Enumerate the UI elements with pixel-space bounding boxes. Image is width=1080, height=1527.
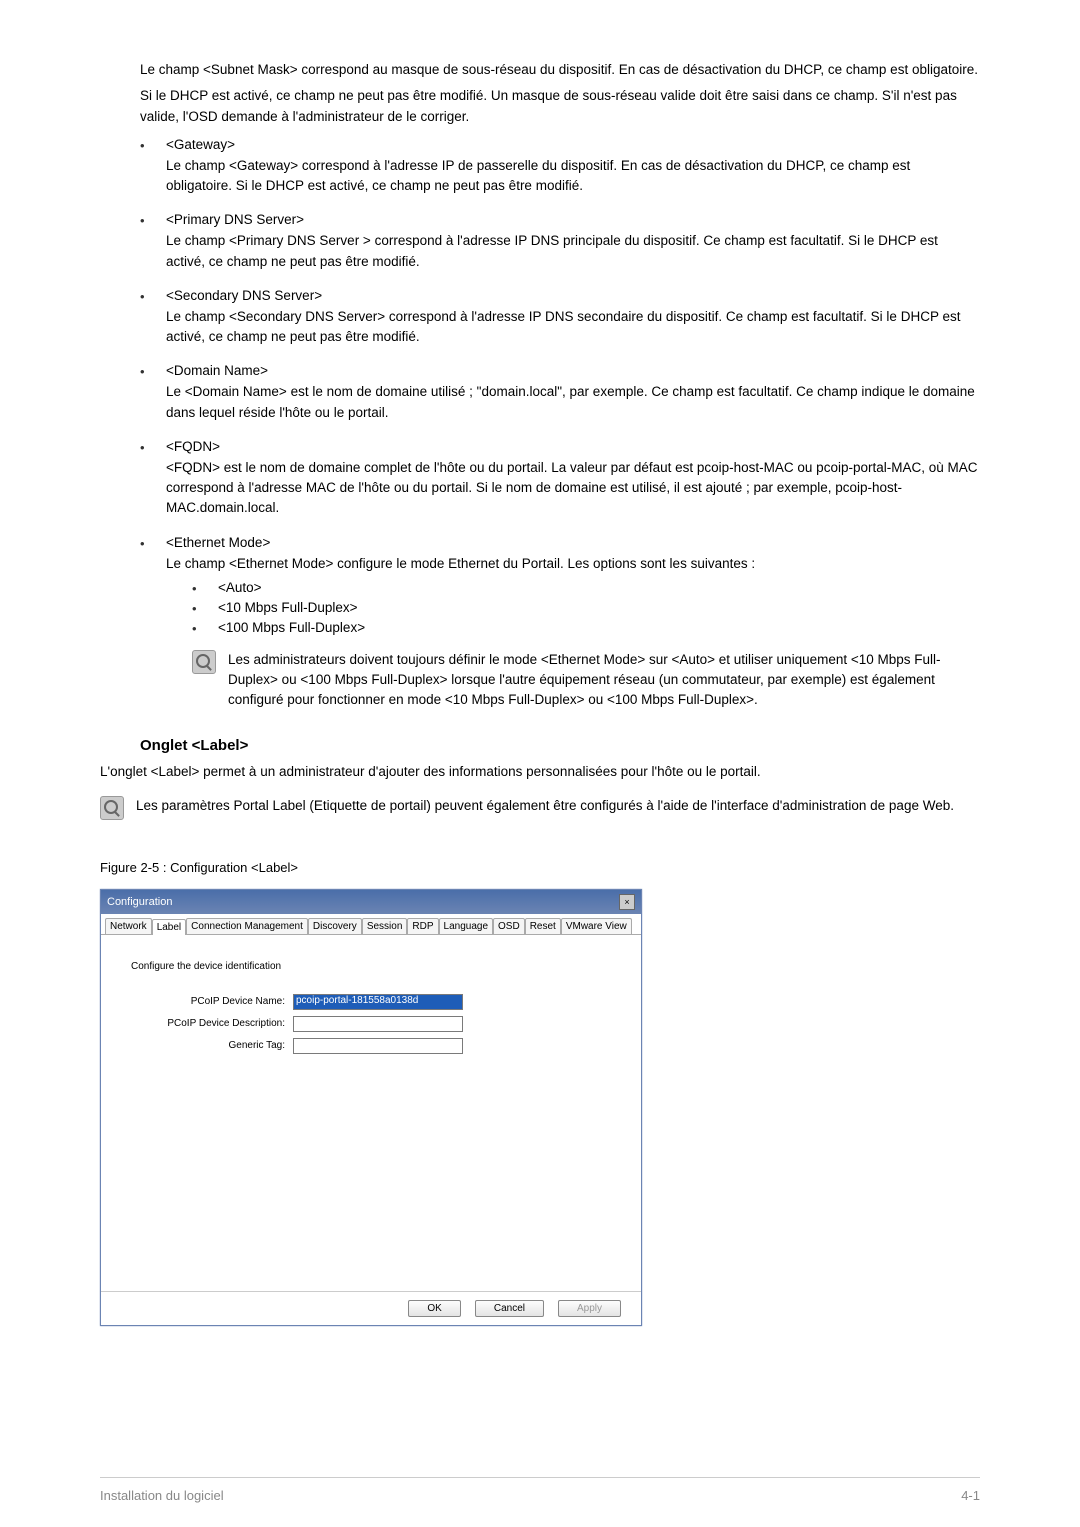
row-device-description: PCoIP Device Description: bbox=[125, 1016, 617, 1032]
tab-discovery[interactable]: Discovery bbox=[308, 918, 362, 934]
dialog-body: Configure the device identification PCoI… bbox=[101, 935, 641, 1291]
generic-tag-label: Generic Tag: bbox=[125, 1040, 293, 1051]
tab-language[interactable]: Language bbox=[439, 918, 494, 934]
label-note-text: Les paramètres Portal Label (Etiquette d… bbox=[136, 796, 980, 820]
bullet-fqdn: • <FQDN> <FQDN> est le nom de domaine co… bbox=[140, 439, 980, 525]
bullet-title-domain-name: <Domain Name> bbox=[166, 363, 980, 378]
note-icon bbox=[100, 796, 124, 820]
note-icon bbox=[192, 650, 216, 674]
sub-bullet-text: <10 Mbps Full-Duplex> bbox=[218, 600, 980, 616]
dialog-tabs: Network Label Connection Management Disc… bbox=[101, 914, 641, 935]
bullet-title-secondary-dns: <Secondary DNS Server> bbox=[166, 288, 980, 303]
bullet-marker: • bbox=[140, 288, 166, 354]
figure-caption: Figure 2-5 : Configuration <Label> bbox=[100, 860, 980, 875]
bullet-marker: • bbox=[140, 212, 166, 278]
row-generic-tag: Generic Tag: bbox=[125, 1038, 617, 1054]
bullet-body-secondary-dns: Le champ <Secondary DNS Server> correspo… bbox=[166, 307, 980, 348]
device-description-input[interactable] bbox=[293, 1016, 463, 1032]
device-name-label: PCoIP Device Name: bbox=[125, 996, 293, 1007]
tab-connection-management[interactable]: Connection Management bbox=[186, 918, 308, 934]
footer-right: 4-1 bbox=[961, 1488, 980, 1503]
page-footer: Installation du logiciel 4-1 bbox=[100, 1477, 980, 1503]
sub-bullet-text: <Auto> bbox=[218, 580, 980, 596]
bullet-body-primary-dns: Le champ <Primary DNS Server > correspon… bbox=[166, 231, 980, 272]
bullet-title-ethernet: <Ethernet Mode> bbox=[166, 535, 980, 550]
device-description-label: PCoIP Device Description: bbox=[125, 1018, 293, 1029]
bullet-body-ethernet: Le champ <Ethernet Mode> configure le mo… bbox=[166, 554, 980, 574]
bullet-marker: • bbox=[192, 600, 218, 616]
tab-reset[interactable]: Reset bbox=[525, 918, 561, 934]
bullet-marker: • bbox=[140, 439, 166, 525]
sub-bullet-text: <100 Mbps Full-Duplex> bbox=[218, 620, 980, 636]
tab-network[interactable]: Network bbox=[105, 918, 152, 934]
bullet-marker: • bbox=[192, 620, 218, 636]
apply-button[interactable]: Apply bbox=[558, 1300, 621, 1317]
tab-session[interactable]: Session bbox=[362, 918, 408, 934]
tab-osd[interactable]: OSD bbox=[493, 918, 525, 934]
bullet-marker: • bbox=[140, 363, 166, 429]
device-name-input[interactable]: pcoip-portal-181558a0138d bbox=[293, 994, 463, 1010]
bullet-marker: • bbox=[192, 580, 218, 596]
label-note: Les paramètres Portal Label (Etiquette d… bbox=[100, 796, 980, 820]
bullet-body-gateway: Le champ <Gateway> correspond à l'adress… bbox=[166, 156, 980, 197]
row-device-name: PCoIP Device Name: pcoip-portal-181558a0… bbox=[125, 994, 617, 1010]
bullet-secondary-dns: • <Secondary DNS Server> Le champ <Secon… bbox=[140, 288, 980, 354]
tab-rdp[interactable]: RDP bbox=[407, 918, 438, 934]
ethernet-note-text: Les administrateurs doivent toujours déf… bbox=[228, 650, 980, 711]
bullet-body-fqdn: <FQDN> est le nom de domaine complet de … bbox=[166, 458, 980, 519]
bullet-marker: • bbox=[140, 137, 166, 203]
section-heading-label: Onglet <Label> bbox=[140, 737, 980, 754]
generic-tag-input[interactable] bbox=[293, 1038, 463, 1054]
bullet-ethernet: • <Ethernet Mode> Le champ <Ethernet Mod… bbox=[140, 535, 980, 711]
dialog-title: Configuration bbox=[107, 896, 172, 908]
dialog-button-bar: OK Cancel Apply bbox=[101, 1291, 641, 1325]
bullet-marker: • bbox=[140, 535, 166, 711]
cancel-button[interactable]: Cancel bbox=[475, 1300, 544, 1317]
label-intro: L'onglet <Label> permet à un administrat… bbox=[100, 762, 980, 782]
bullet-gateway: • <Gateway> Le champ <Gateway> correspon… bbox=[140, 137, 980, 203]
sub-bullet-100mbps: • <100 Mbps Full-Duplex> bbox=[192, 620, 980, 636]
close-icon[interactable]: × bbox=[619, 894, 635, 910]
ethernet-note: Les administrateurs doivent toujours déf… bbox=[192, 650, 980, 711]
sub-bullet-10mbps: • <10 Mbps Full-Duplex> bbox=[192, 600, 980, 616]
tab-vmware-view[interactable]: VMware View bbox=[561, 918, 632, 934]
ok-button[interactable]: OK bbox=[408, 1300, 460, 1317]
sub-bullet-auto: • <Auto> bbox=[192, 580, 980, 596]
configuration-dialog: Configuration × Network Label Connection… bbox=[100, 889, 642, 1326]
bullet-title-primary-dns: <Primary DNS Server> bbox=[166, 212, 980, 227]
dialog-titlebar: Configuration × bbox=[101, 890, 641, 914]
footer-left: Installation du logiciel bbox=[100, 1488, 224, 1503]
bullet-body-domain-name: Le <Domain Name> est le nom de domaine u… bbox=[166, 382, 980, 423]
bullet-primary-dns: • <Primary DNS Server> Le champ <Primary… bbox=[140, 212, 980, 278]
bullet-title-gateway: <Gateway> bbox=[166, 137, 980, 152]
bullet-domain-name: • <Domain Name> Le <Domain Name> est le … bbox=[140, 363, 980, 429]
intro-paragraph-1: Le champ <Subnet Mask> correspond au mas… bbox=[140, 60, 980, 80]
bullet-title-fqdn: <FQDN> bbox=[166, 439, 980, 454]
dialog-body-description: Configure the device identification bbox=[131, 961, 617, 972]
tab-label[interactable]: Label bbox=[152, 919, 186, 935]
intro-paragraph-2: Si le DHCP est activé, ce champ ne peut … bbox=[140, 86, 980, 127]
